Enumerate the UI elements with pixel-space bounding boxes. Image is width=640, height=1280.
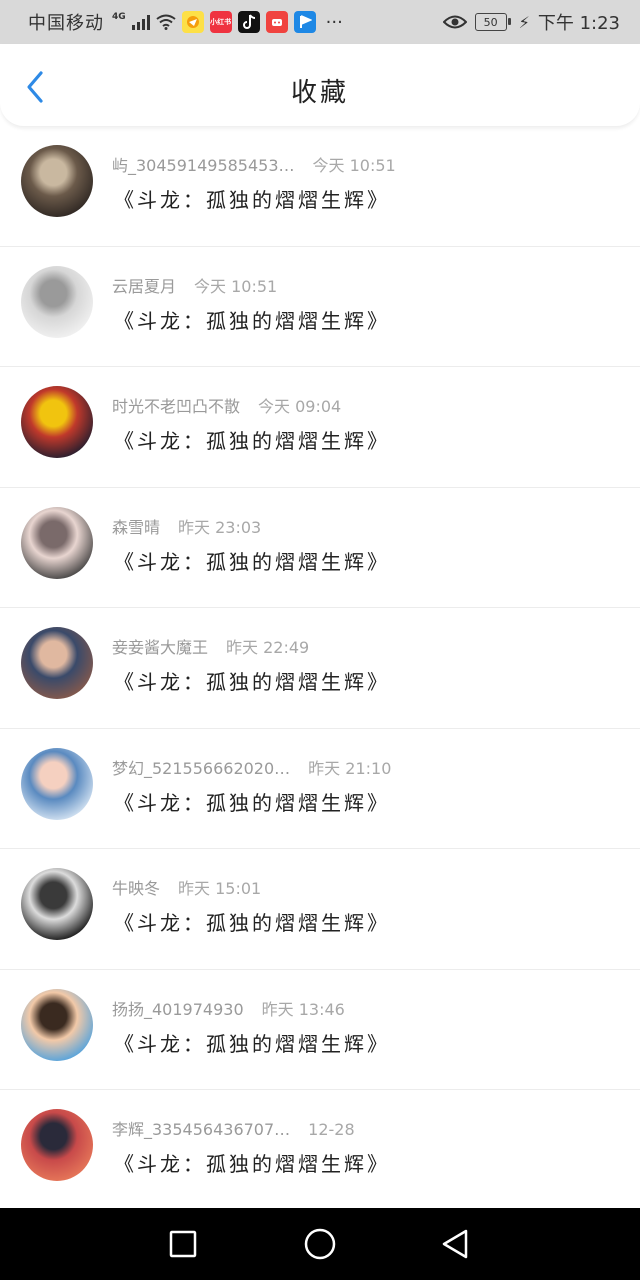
book-title[interactable]: 《斗龙：孤独的熠熠生辉》 — [114, 907, 390, 936]
favorite-time: 昨天 22:49 — [226, 638, 310, 657]
battery-level: 50 — [483, 15, 498, 29]
favorites-list: 屿_30459149585453… 今天 10:51 《斗龙：孤独的熠熠生辉》 云居夏… — [0, 126, 640, 1211]
item-meta: 屿_30459149585453… 今天 10:51 — [112, 152, 396, 176]
book-title[interactable]: 《斗龙：孤独的熠熠生辉》 — [114, 184, 390, 213]
user-avatar[interactable] — [21, 988, 93, 1061]
favorite-item[interactable]: 扬扬_401974930 昨天 13:46 《斗龙：孤独的熠熠生辉》 — [0, 970, 640, 1090]
circle-icon — [304, 1228, 336, 1260]
user-avatar[interactable] — [21, 145, 93, 217]
carrier-label: 中国移动 — [28, 13, 104, 34]
favorite-item[interactable]: 屿_30459149585453… 今天 10:51 《斗龙：孤独的熠熠生辉》 — [0, 126, 640, 247]
favorite-time: 昨天 21:10 — [308, 758, 392, 778]
network-type: 4G — [112, 12, 126, 22]
status-right: 50 ⚡ 下午 1:23 — [442, 0, 620, 44]
favorite-time: 昨天 15:01 — [178, 879, 262, 898]
status-bar: 中国移动 4G 小红书 ··· 50 ⚡ 下午 1:23 — [0, 0, 640, 44]
battery-icon: 50 — [474, 13, 511, 31]
username[interactable]: 扬扬_401974930 — [112, 996, 244, 1020]
item-meta: 妾妾酱大魔王 昨天 22:49 — [112, 634, 309, 658]
header: 收藏 — [0, 44, 640, 127]
favorite-time: 今天 09:04 — [258, 397, 342, 416]
favorite-item[interactable]: 妾妾酱大魔王 昨天 22:49 《斗龙：孤独的熠熠生辉》 — [0, 608, 640, 729]
username[interactable]: 云居夏月 — [112, 273, 176, 297]
item-meta: 云居夏月 今天 10:51 — [112, 273, 277, 297]
screen: 中国移动 4G 小红书 ··· 50 ⚡ 下午 1:23 收藏 屿_304591… — [0, 0, 640, 1280]
flag-app-icon — [293, 11, 316, 33]
item-meta: 时光不老凹凸不散 今天 09:04 — [112, 393, 341, 417]
user-avatar[interactable] — [21, 868, 93, 940]
username[interactable]: 屿_30459149585453… — [112, 152, 295, 176]
charging-icon: ⚡ — [518, 12, 530, 32]
user-avatar[interactable] — [21, 386, 93, 458]
home-button[interactable] — [302, 1226, 338, 1262]
username[interactable]: 李辉_335456436707… — [112, 1116, 290, 1140]
recent-apps-button[interactable] — [165, 1226, 201, 1262]
item-meta: 梦幻_521556662020… 昨天 21:10 — [112, 755, 391, 779]
square-icon — [169, 1230, 197, 1258]
favorite-item[interactable]: 森雪晴 昨天 23:03 《斗龙：孤独的熠熠生辉》 — [0, 488, 640, 608]
xiaohongshu-app-icon: 小红书 — [209, 11, 232, 33]
book-title[interactable]: 《斗龙：孤独的熠熠生辉》 — [114, 787, 390, 816]
book-title[interactable]: 《斗龙：孤独的熠熠生辉》 — [114, 546, 390, 575]
paper-plane-app-icon — [181, 11, 204, 33]
favorite-time: 昨天 13:46 — [261, 999, 345, 1019]
favorite-item[interactable]: 时光不老凹凸不散 今天 09:04 《斗龙：孤独的熠熠生辉》 — [0, 367, 640, 488]
more-notifications-icon: ··· — [325, 11, 343, 33]
page-title: 收藏 — [290, 78, 349, 108]
back-nav-button[interactable] — [437, 1226, 473, 1262]
item-meta: 森雪晴 昨天 23:03 — [112, 514, 261, 538]
username[interactable]: 森雪晴 — [112, 514, 160, 538]
user-avatar[interactable] — [21, 747, 93, 820]
eye-comfort-icon — [442, 15, 467, 29]
user-avatar[interactable] — [21, 1109, 93, 1181]
signal-icon — [131, 14, 150, 30]
book-title[interactable]: 《斗龙：孤独的熠熠生辉》 — [114, 1148, 390, 1177]
item-meta: 李辉_335456436707… 12-28 — [112, 1116, 355, 1140]
user-avatar[interactable] — [21, 506, 93, 579]
favorite-time: 今天 10:51 — [194, 276, 278, 296]
book-title[interactable]: 《斗龙：孤独的熠熠生辉》 — [114, 425, 390, 454]
status-left: 中国移动 4G 小红书 ··· — [0, 9, 343, 35]
book-title[interactable]: 《斗龙：孤独的熠熠生辉》 — [114, 666, 390, 695]
username[interactable]: 梦幻_521556662020… — [112, 755, 290, 779]
book-title[interactable]: 《斗龙：孤独的熠熠生辉》 — [114, 1028, 390, 1057]
favorite-item[interactable]: 李辉_335456436707… 12-28 《斗龙：孤独的熠熠生辉》 — [0, 1090, 640, 1211]
user-avatar[interactable] — [21, 265, 93, 338]
favorite-time: 昨天 23:03 — [178, 517, 262, 537]
wifi-icon — [156, 14, 176, 30]
triangle-back-icon — [442, 1229, 468, 1259]
status-time: 下午 1:23 — [537, 13, 620, 34]
user-avatar[interactable] — [21, 627, 93, 699]
item-meta: 牛映冬 昨天 15:01 — [112, 875, 261, 899]
username[interactable]: 时光不老凹凸不散 — [112, 393, 240, 417]
username[interactable]: 妾妾酱大魔王 — [112, 634, 208, 658]
favorite-time: 12-28 — [308, 1120, 355, 1139]
book-title[interactable]: 《斗龙：孤独的熠熠生辉》 — [114, 305, 390, 334]
favorite-item[interactable]: 牛映冬 昨天 15:01 《斗龙：孤独的熠熠生辉》 — [0, 849, 640, 970]
item-meta: 扬扬_401974930 昨天 13:46 — [112, 996, 345, 1020]
favorite-item[interactable]: 云居夏月 今天 10:51 《斗龙：孤独的熠熠生辉》 — [0, 247, 640, 367]
username[interactable]: 牛映冬 — [112, 875, 160, 899]
favorite-time: 今天 10:51 — [312, 156, 396, 175]
system-nav-bar — [0, 1208, 640, 1280]
favorite-item[interactable]: 梦幻_521556662020… 昨天 21:10 《斗龙：孤独的熠熠生辉》 — [0, 729, 640, 849]
tiktok-app-icon — [237, 11, 260, 33]
pinduoduo-app-icon — [265, 11, 288, 33]
